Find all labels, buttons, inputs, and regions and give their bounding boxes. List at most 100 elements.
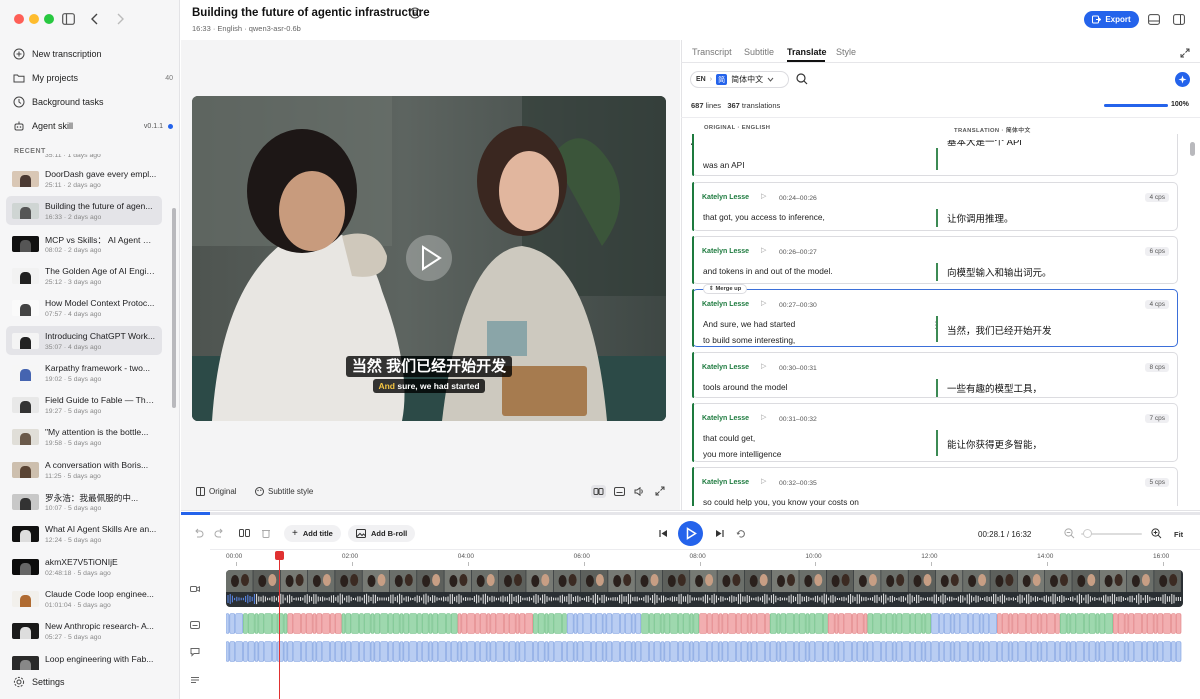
expand-icon[interactable] bbox=[1180, 48, 1190, 58]
subtitle-clip[interactable] bbox=[1030, 613, 1038, 634]
subtitle-clip[interactable] bbox=[1128, 613, 1135, 634]
subtitle-clip[interactable] bbox=[921, 613, 926, 634]
add-title-button[interactable]: + Add title bbox=[284, 525, 341, 542]
translation-clip[interactable] bbox=[341, 641, 346, 662]
subtitle-clip[interactable] bbox=[1099, 613, 1106, 634]
nav-agent-skill[interactable]: Agent skill v0.1.1 bbox=[13, 117, 173, 135]
translation-clip[interactable] bbox=[1117, 641, 1125, 662]
transcript-segment[interactable]: Katelyn Lesse ▷ 00:24–00:26 4 cps that got, … bbox=[692, 182, 1178, 231]
play-segment-icon[interactable]: ▷ bbox=[761, 477, 766, 485]
translation-clip[interactable] bbox=[910, 641, 915, 662]
subtitle-clip[interactable] bbox=[689, 613, 694, 634]
subtitle-clip[interactable] bbox=[794, 613, 799, 634]
subtitle-clip[interactable] bbox=[664, 613, 671, 634]
subtitle-clip[interactable] bbox=[931, 613, 939, 634]
subtitle-clip[interactable] bbox=[235, 613, 243, 634]
subtitle-clip[interactable] bbox=[1055, 613, 1060, 634]
subtitle-clip[interactable] bbox=[653, 613, 661, 634]
subtitle-clip[interactable] bbox=[631, 613, 636, 634]
recent-item[interactable]: Claude Code loop enginee... 01:01:04 · 5 … bbox=[6, 584, 162, 613]
merge-up-button[interactable]: ⇕ Merge up bbox=[703, 284, 748, 294]
translation-clip[interactable] bbox=[264, 641, 272, 662]
subtitle-clip[interactable] bbox=[892, 613, 897, 634]
recent-item[interactable]: Loop engineering with Fab... bbox=[6, 649, 162, 670]
translation-clip[interactable] bbox=[881, 641, 886, 662]
playback-progress-track[interactable] bbox=[181, 512, 1200, 515]
translation-clip[interactable] bbox=[751, 641, 758, 662]
layout-right-icon[interactable] bbox=[1173, 14, 1185, 25]
subtitle-clip[interactable] bbox=[751, 613, 758, 634]
delete-icon[interactable] bbox=[261, 528, 271, 538]
subtitle-clip[interactable] bbox=[902, 613, 910, 634]
subtitle-clip[interactable] bbox=[914, 613, 922, 634]
maximize-window-button[interactable] bbox=[44, 14, 54, 24]
subtitle-clip[interactable] bbox=[1163, 613, 1171, 634]
subtitle-clip[interactable] bbox=[554, 613, 562, 634]
translation-clip[interactable] bbox=[1026, 641, 1031, 662]
caption-icon[interactable] bbox=[614, 487, 625, 496]
close-window-button[interactable] bbox=[14, 14, 24, 24]
subtitle-clip[interactable] bbox=[258, 613, 265, 634]
zoom-in-icon[interactable] bbox=[1151, 528, 1162, 539]
translation-clip[interactable] bbox=[1047, 641, 1055, 662]
subtitle-clip[interactable] bbox=[1008, 613, 1013, 634]
subtitle-clip[interactable] bbox=[508, 613, 516, 634]
subtitle-clip[interactable] bbox=[809, 613, 816, 634]
translation-clip[interactable] bbox=[747, 641, 752, 662]
subtitle-clip[interactable] bbox=[834, 613, 839, 634]
translation-clip[interactable] bbox=[1128, 641, 1135, 662]
translation-clip[interactable] bbox=[533, 641, 538, 662]
back-arrow-icon[interactable] bbox=[90, 13, 100, 25]
translation-clip[interactable] bbox=[798, 641, 806, 662]
playhead-handle[interactable] bbox=[275, 551, 285, 560]
translation-clip[interactable] bbox=[1055, 641, 1060, 662]
translation-clip[interactable] bbox=[316, 641, 323, 662]
translation-clip[interactable] bbox=[960, 641, 968, 662]
subtitle-clip[interactable] bbox=[881, 613, 886, 634]
subtitle-clip[interactable] bbox=[780, 613, 787, 634]
play-segment-icon[interactable]: ▷ bbox=[761, 192, 766, 200]
translation-clip[interactable] bbox=[757, 641, 765, 662]
translation-clip[interactable] bbox=[972, 641, 980, 662]
recent-item[interactable]: DoorDash gave every empl... 25:11 · 2 day… bbox=[6, 164, 162, 193]
translation-clip[interactable] bbox=[954, 641, 961, 662]
subtitle-clip[interactable] bbox=[867, 613, 874, 634]
play-segment-icon[interactable]: ▷ bbox=[761, 413, 766, 421]
subtitle-clip[interactable] bbox=[496, 613, 504, 634]
translation-clip[interactable] bbox=[403, 641, 410, 662]
recent-item[interactable]: Field Guide to Fable — Tha... 19:27 · 5 d… bbox=[6, 390, 162, 419]
subtitle-clip[interactable] bbox=[293, 613, 301, 634]
subtitle-clip[interactable] bbox=[786, 613, 794, 634]
subtitle-clip[interactable] bbox=[823, 613, 828, 634]
tab-translate[interactable]: Translate bbox=[787, 47, 827, 57]
translation-clip[interactable] bbox=[508, 641, 516, 662]
translation-clip[interactable] bbox=[399, 641, 404, 662]
subtitle-clip[interactable] bbox=[533, 613, 538, 634]
translation-clip[interactable] bbox=[1099, 641, 1106, 662]
subtitle-clip[interactable] bbox=[1012, 613, 1019, 634]
subtitle-clip[interactable] bbox=[264, 613, 272, 634]
translation-clip[interactable] bbox=[525, 641, 533, 662]
translation-clip[interactable] bbox=[653, 641, 661, 662]
subtitle-clip[interactable] bbox=[805, 613, 810, 634]
translation-clip[interactable] bbox=[635, 641, 642, 662]
translation-clip[interactable] bbox=[1146, 641, 1154, 662]
translation-clip[interactable] bbox=[583, 641, 591, 662]
translation-clip[interactable] bbox=[254, 641, 259, 662]
translation-clip[interactable] bbox=[515, 641, 520, 662]
translation-clip[interactable] bbox=[1175, 641, 1182, 662]
translation-clip[interactable] bbox=[370, 641, 375, 662]
subtitle-clip[interactable] bbox=[1084, 613, 1089, 634]
translation-clip[interactable] bbox=[856, 641, 864, 662]
nav-my-projects[interactable]: My projects 40 bbox=[13, 69, 173, 87]
subtitle-clip[interactable] bbox=[1001, 613, 1009, 634]
recent-item[interactable]: The Golden Age of AI Engin... 25:12 · 3 d… bbox=[6, 261, 162, 290]
translation-clip[interactable] bbox=[950, 641, 955, 662]
translation-clip[interactable] bbox=[496, 641, 504, 662]
subtitle-clip[interactable] bbox=[1041, 613, 1048, 634]
minimize-window-button[interactable] bbox=[29, 14, 39, 24]
recent-item[interactable]: Building the future of agen... 16:33 · 2 … bbox=[6, 196, 162, 226]
translation-clip[interactable] bbox=[885, 641, 893, 662]
translation-clip[interactable] bbox=[728, 641, 736, 662]
ai-translate-button[interactable] bbox=[1175, 72, 1190, 87]
